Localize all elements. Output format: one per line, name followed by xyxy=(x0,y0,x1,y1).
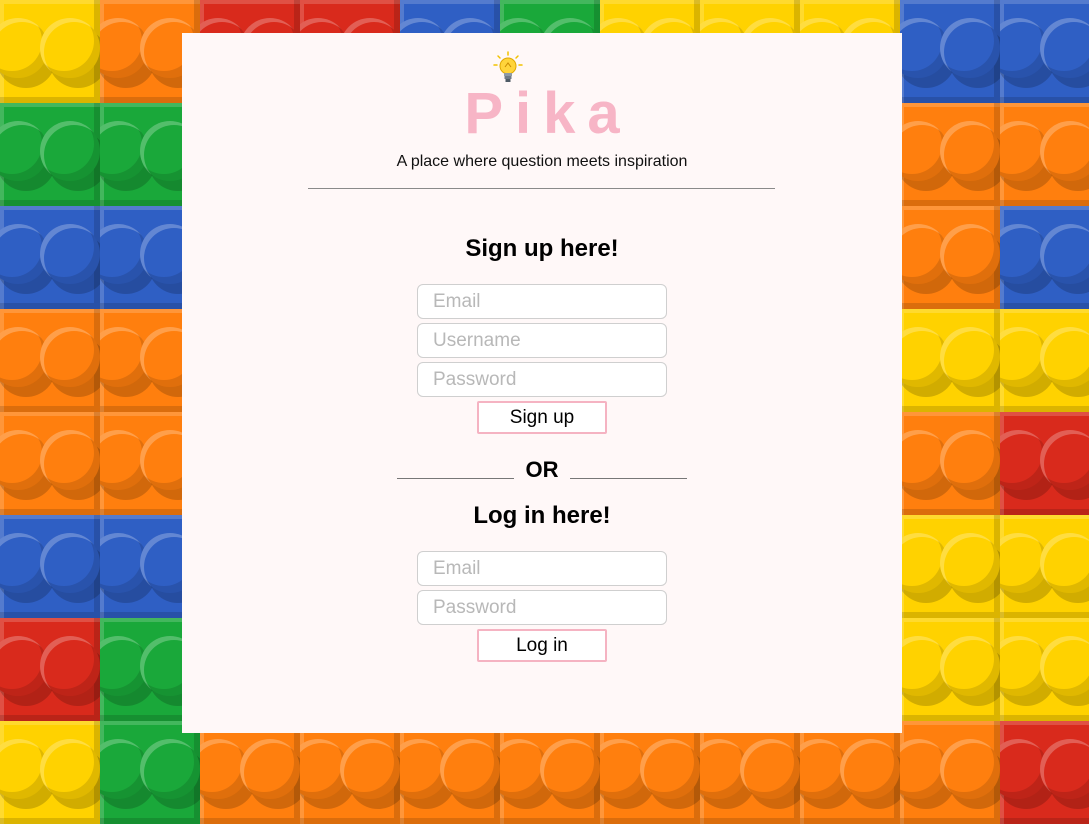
lego-stud xyxy=(40,533,100,593)
login-email-input[interactable] xyxy=(417,551,667,586)
login-button[interactable]: Log in xyxy=(477,629,607,662)
lego-brick xyxy=(500,721,600,824)
lego-brick xyxy=(800,721,900,824)
lego-stud xyxy=(940,739,1000,799)
lego-brick xyxy=(900,206,1000,309)
lego-stud xyxy=(940,533,1000,593)
lego-stud xyxy=(940,636,1000,696)
signup-button[interactable]: Sign up xyxy=(477,401,607,434)
signup-password-input[interactable] xyxy=(417,362,667,397)
lego-stud xyxy=(940,430,1000,490)
auth-panel: Pika A place where question meets inspir… xyxy=(182,33,902,733)
lego-brick xyxy=(400,721,500,824)
lego-stud xyxy=(940,121,1000,181)
lego-brick xyxy=(900,309,1000,412)
lego-brick xyxy=(1000,412,1089,515)
lego-stud xyxy=(1040,121,1089,181)
lego-brick xyxy=(0,309,100,412)
tagline: A place where question meets inspiration xyxy=(396,153,688,170)
logo-text: Pika xyxy=(464,81,632,146)
lego-stud xyxy=(1040,739,1089,799)
lego-stud xyxy=(740,739,800,799)
login-password-input[interactable] xyxy=(417,590,667,625)
signup-heading: Sign up here! xyxy=(465,235,619,262)
signup-email-input[interactable] xyxy=(417,284,667,319)
or-text: OR xyxy=(525,457,559,482)
lightbulb-icon xyxy=(493,51,524,82)
lego-stud xyxy=(840,739,900,799)
lego-stud xyxy=(940,224,1000,284)
lego-brick xyxy=(1000,206,1089,309)
lego-brick xyxy=(0,206,100,309)
lego-stud xyxy=(1040,430,1089,490)
lego-brick xyxy=(0,103,100,206)
lego-brick xyxy=(1000,721,1089,824)
lego-stud xyxy=(540,739,600,799)
lego-stud xyxy=(40,327,100,387)
lego-brick xyxy=(900,618,1000,721)
lego-brick xyxy=(1000,618,1089,721)
login-heading: Log in here! xyxy=(473,502,611,529)
lego-stud xyxy=(1040,224,1089,284)
lego-stud xyxy=(40,430,100,490)
lego-brick xyxy=(900,0,1000,103)
or-line-right xyxy=(570,478,687,479)
lego-stud xyxy=(40,121,100,181)
lego-brick xyxy=(1000,309,1089,412)
lego-brick xyxy=(0,412,100,515)
lego-stud xyxy=(1040,636,1089,696)
lego-stud xyxy=(640,739,700,799)
lego-stud xyxy=(40,739,100,799)
lego-brick xyxy=(900,103,1000,206)
lego-brick xyxy=(600,721,700,824)
lego-stud xyxy=(40,18,100,78)
signup-username-input[interactable] xyxy=(417,323,667,358)
lego-brick xyxy=(100,721,200,824)
lego-stud xyxy=(140,739,200,799)
lego-stud xyxy=(40,636,100,696)
lego-stud xyxy=(1040,18,1089,78)
lego-brick xyxy=(900,721,1000,824)
lego-brick xyxy=(700,721,800,824)
lego-stud xyxy=(940,327,1000,387)
lego-brick xyxy=(0,721,100,824)
or-divider: OR xyxy=(397,456,687,486)
lego-brick xyxy=(0,0,100,103)
lego-brick xyxy=(300,721,400,824)
lego-brick xyxy=(0,618,100,721)
lego-stud xyxy=(940,18,1000,78)
app-logo: Pika xyxy=(452,51,631,143)
lego-stud xyxy=(1040,327,1089,387)
lego-stud xyxy=(40,224,100,284)
lego-stud xyxy=(440,739,500,799)
lego-stud xyxy=(340,739,400,799)
logo-area: Pika xyxy=(182,51,902,143)
lego-brick xyxy=(900,412,1000,515)
lego-brick xyxy=(1000,515,1089,618)
header-divider xyxy=(308,188,775,189)
lego-brick xyxy=(900,515,1000,618)
lego-brick xyxy=(200,721,300,824)
lego-stud xyxy=(240,739,300,799)
lego-brick xyxy=(1000,103,1089,206)
lego-stud xyxy=(1040,533,1089,593)
lego-brick xyxy=(1000,0,1089,103)
lego-brick xyxy=(0,515,100,618)
